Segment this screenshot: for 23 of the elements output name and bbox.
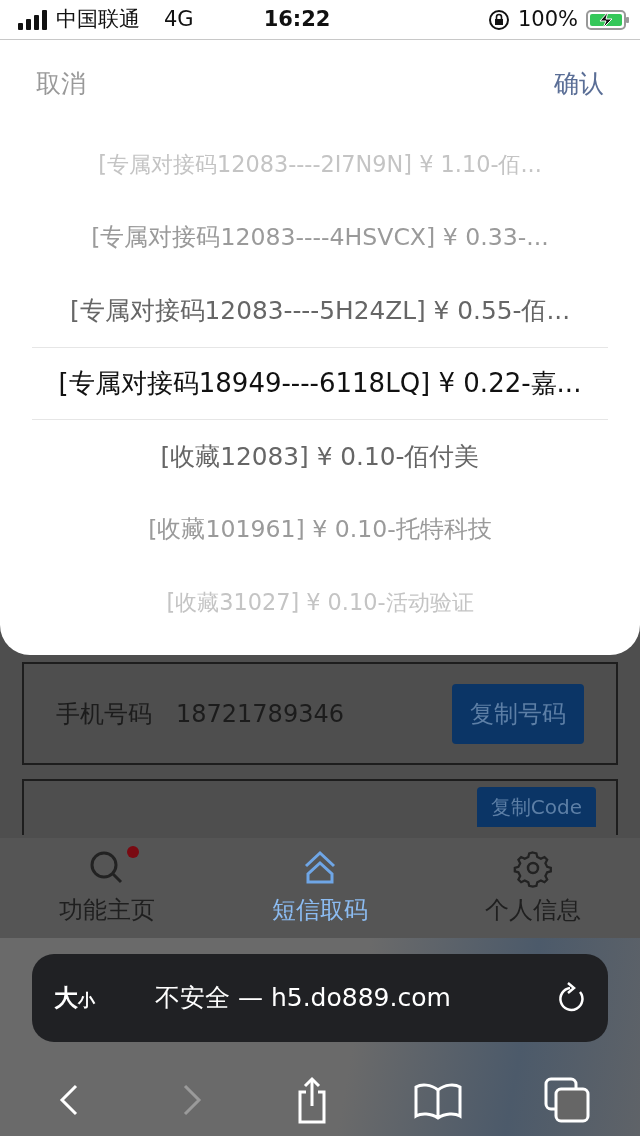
copy-code-button[interactable]: 复制Code <box>476 787 596 827</box>
picker-option[interactable]: [收藏101961] ¥ 0.10-托特科技 <box>0 493 640 566</box>
copy-number-button[interactable]: 复制号码 <box>452 683 584 744</box>
battery-percent: 100% <box>517 5 578 33</box>
picker-option[interactable]: [收藏12083] ¥ 0.10-佰付美 <box>0 420 640 493</box>
tabs-icon[interactable] <box>543 1077 590 1123</box>
network-type: 4G <box>164 5 194 33</box>
address-text[interactable]: 不安全 — h5.do889.com <box>155 979 451 1017</box>
text-size-button[interactable]: 大小 <box>54 979 95 1017</box>
cancel-button[interactable]: 取消 <box>36 65 86 103</box>
rotation-lock-icon <box>487 8 510 31</box>
confirm-button[interactable]: 确认 <box>554 65 604 103</box>
picker-option[interactable]: [收藏31027] ¥ 0.10-活动验证 <box>0 566 640 639</box>
battery-charging-icon <box>586 8 630 31</box>
tab-item[interactable]: 短信取码 <box>272 892 368 928</box>
carrier-name: 中国联通 <box>56 5 140 33</box>
picker-option[interactable]: [专属对接码12083----4HSVCX] ¥ 0.33-... <box>0 201 640 274</box>
picker-option[interactable]: [专属对接码18949----6118LQ] ¥ 0.22-嘉... <box>32 347 608 420</box>
signal-icon <box>18 9 48 30</box>
picker-option[interactable]: [专属对接码12083----5H24ZL] ¥ 0.55-佰... <box>0 274 640 347</box>
reload-icon[interactable] <box>556 982 586 1014</box>
picker-option[interactable]: [专属对接码12083----2I7N9N] ¥ 1.10-佰... <box>0 128 640 201</box>
clock-time: 16:22 <box>263 5 331 33</box>
